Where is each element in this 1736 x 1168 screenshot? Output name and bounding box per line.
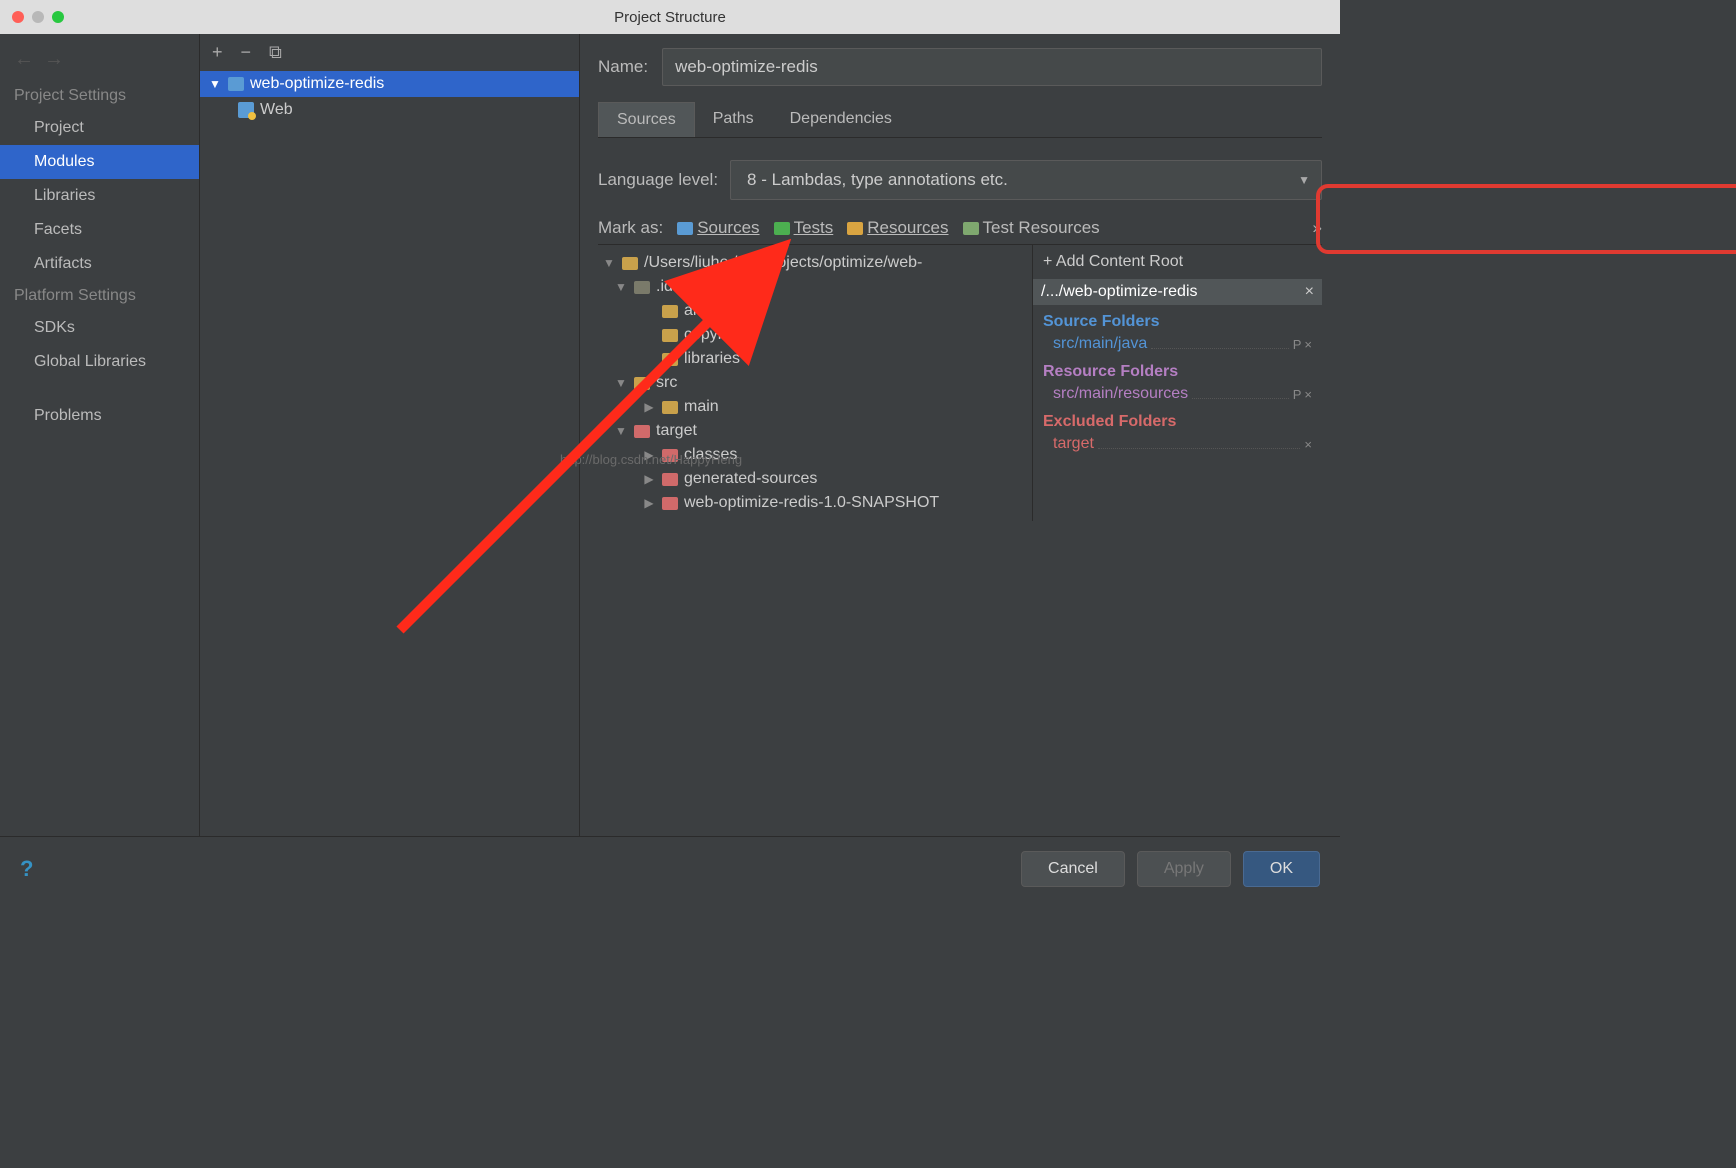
tree-classes[interactable]: ▶classes xyxy=(598,443,1032,467)
resource-folder-item[interactable]: src/main/resourcesP× xyxy=(1033,383,1322,405)
content-root-header[interactable]: /.../web-optimize-redis× xyxy=(1033,279,1322,305)
tab-sources[interactable]: Sources xyxy=(598,102,695,137)
test-resources-folder-icon xyxy=(963,222,979,235)
excluded-folder-icon xyxy=(662,497,678,510)
apply-button[interactable]: Apply xyxy=(1137,851,1231,887)
module-tree-panel: + − ⧉ ▼ web-optimize-redis Web xyxy=(200,34,580,836)
dialog-footer: ? Cancel Apply OK xyxy=(0,836,1340,900)
excluded-folder-icon xyxy=(662,449,678,462)
chevron-down-icon: ▼ xyxy=(1298,173,1310,187)
module-detail-panel: Name: Sources Paths Dependencies Languag… xyxy=(580,34,1340,836)
sidebar-item-modules[interactable]: Modules xyxy=(0,145,199,179)
section-platform-settings: Platform Settings xyxy=(0,281,199,311)
remove-content-root-icon[interactable]: × xyxy=(1305,283,1314,301)
tree-libraries[interactable]: libraries xyxy=(598,347,1032,371)
settings-sidebar: ← → Project Settings Project Modules Lib… xyxy=(0,34,200,836)
folder-icon xyxy=(634,377,650,390)
tree-target[interactable]: ▼target xyxy=(598,419,1032,443)
sidebar-item-project[interactable]: Project xyxy=(0,111,199,145)
cancel-button[interactable]: Cancel xyxy=(1021,851,1125,887)
titlebar: Project Structure xyxy=(0,0,1340,34)
module-icon xyxy=(228,77,244,91)
excluded-folder-item[interactable]: target× xyxy=(1033,433,1322,455)
close-window-button[interactable] xyxy=(12,11,24,23)
help-button[interactable]: ? xyxy=(20,856,33,882)
tests-folder-icon xyxy=(774,222,790,235)
sidebar-item-libraries[interactable]: Libraries xyxy=(0,179,199,213)
module-web-label: Web xyxy=(260,101,293,119)
tree-src[interactable]: ▼src xyxy=(598,371,1032,395)
module-root[interactable]: ▼ web-optimize-redis xyxy=(200,71,579,97)
tree-copyright[interactable]: copyright xyxy=(598,323,1032,347)
add-module-button[interactable]: + xyxy=(212,42,223,63)
module-name-input[interactable] xyxy=(662,48,1322,86)
source-folder-item[interactable]: src/main/javaP× xyxy=(1033,333,1322,355)
sidebar-item-artifacts[interactable]: Artifacts xyxy=(0,247,199,281)
window-controls xyxy=(12,11,64,23)
sidebar-item-global-libraries[interactable]: Global Libraries xyxy=(0,345,199,379)
zoom-window-button[interactable] xyxy=(52,11,64,23)
source-folders-header: Source Folders xyxy=(1033,305,1322,333)
excluded-folder-icon xyxy=(662,473,678,486)
window-title: Project Structure xyxy=(614,9,726,26)
tree-idea[interactable]: ▼.idea xyxy=(598,275,1032,299)
remove-icon[interactable]: × xyxy=(1304,437,1312,452)
tree-artifacts[interactable]: artifacts xyxy=(598,299,1032,323)
sidebar-item-sdks[interactable]: SDKs xyxy=(0,311,199,345)
ok-button[interactable]: OK xyxy=(1243,851,1320,887)
folder-icon xyxy=(634,281,650,294)
content-roots-panel: + Add Content Root /.../web-optimize-red… xyxy=(1032,245,1322,521)
detail-tabs: Sources Paths Dependencies xyxy=(598,102,1322,138)
remove-icon[interactable]: × xyxy=(1304,387,1312,402)
add-content-root-button[interactable]: + Add Content Root xyxy=(1033,245,1322,279)
tree-snapshot[interactable]: ▶web-optimize-redis-1.0-SNAPSHOT xyxy=(598,491,1032,515)
resources-folder-icon xyxy=(847,222,863,235)
mark-resources-button[interactable]: Resources xyxy=(847,218,948,238)
module-root-label: web-optimize-redis xyxy=(250,75,384,93)
folder-icon xyxy=(622,257,638,270)
remove-icon[interactable]: × xyxy=(1304,337,1312,352)
tree-root[interactable]: ▼/Users/liuhe /devprojects/optimize/web- xyxy=(598,251,1032,275)
nav-forward-icon[interactable]: → xyxy=(44,48,64,71)
annotation-highlight-box xyxy=(1316,184,1736,254)
mark-sources-button[interactable]: Sources xyxy=(677,218,759,238)
properties-icon[interactable]: P xyxy=(1293,337,1302,352)
properties-icon[interactable]: P xyxy=(1293,387,1302,402)
sources-folder-icon xyxy=(677,222,693,235)
name-label: Name: xyxy=(598,57,648,77)
remove-module-button[interactable]: − xyxy=(241,42,252,63)
tree-main[interactable]: ▶main xyxy=(598,395,1032,419)
excluded-folder-icon xyxy=(634,425,650,438)
sidebar-item-facets[interactable]: Facets xyxy=(0,213,199,247)
folder-icon xyxy=(662,353,678,366)
module-web-facet[interactable]: Web xyxy=(200,97,579,123)
web-facet-icon xyxy=(238,102,254,118)
sidebar-item-problems[interactable]: Problems xyxy=(0,399,199,433)
language-level-label: Language level: xyxy=(598,170,718,190)
expand-icon[interactable]: ▼ xyxy=(208,77,222,91)
minimize-window-button[interactable] xyxy=(32,11,44,23)
mark-tests-button[interactable]: Tests xyxy=(774,218,834,238)
folder-icon xyxy=(662,329,678,342)
folder-icon xyxy=(662,305,678,318)
tree-gensrc[interactable]: ▶generated-sources xyxy=(598,467,1032,491)
tab-paths[interactable]: Paths xyxy=(695,102,772,137)
content-root-tree: ▼/Users/liuhe /devprojects/optimize/web-… xyxy=(598,245,1032,521)
folder-icon xyxy=(662,401,678,414)
section-project-settings: Project Settings xyxy=(0,81,199,111)
language-level-combo[interactable]: 8 - Lambdas, type annotations etc. xyxy=(730,160,1322,200)
module-tree-toolbar: + − ⧉ xyxy=(200,34,579,71)
tab-dependencies[interactable]: Dependencies xyxy=(772,102,910,137)
mark-test-resources-button[interactable]: Test Resources xyxy=(963,218,1100,238)
more-mark-button[interactable]: » xyxy=(1313,218,1322,238)
mark-as-label: Mark as: xyxy=(598,218,663,238)
copy-module-button[interactable]: ⧉ xyxy=(269,42,282,63)
resource-folders-header: Resource Folders xyxy=(1033,355,1322,383)
excluded-folders-header: Excluded Folders xyxy=(1033,405,1322,433)
nav-back-icon[interactable]: ← xyxy=(14,48,34,71)
